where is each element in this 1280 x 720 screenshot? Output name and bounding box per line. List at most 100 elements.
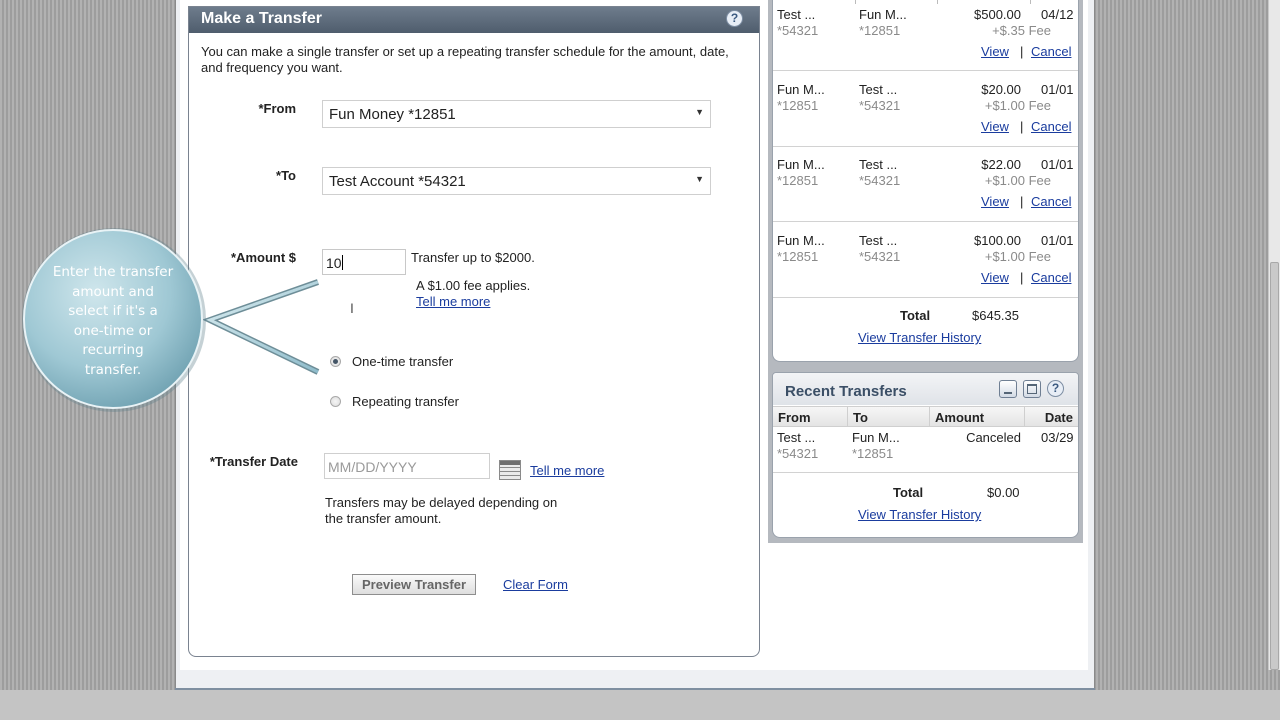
recent-total-value: $0.00 — [987, 485, 1020, 500]
column-divider — [855, 0, 856, 4]
link-separator: | — [1020, 44, 1024, 59]
date-delay-note: Transfers may be delayed depending on th… — [325, 495, 558, 526]
minimize-icon[interactable] — [999, 380, 1017, 398]
from-account-select[interactable]: Fun Money *12851 ▼ — [322, 100, 711, 128]
recent-col-to[interactable]: To — [848, 406, 930, 427]
callout-line: transfer. — [84, 361, 142, 378]
scheduled-view-link[interactable]: View — [981, 119, 1009, 134]
scheduled-date: 01/01 — [1041, 233, 1074, 248]
row-separator — [773, 297, 1078, 298]
scheduled-from-acct: *12851 — [777, 173, 819, 188]
scheduled-fee: +$1.00 Fee — [984, 173, 1051, 188]
scheduled-total-value: $645.35 — [972, 308, 1019, 323]
scheduled-from: Fun M... — [777, 157, 825, 172]
fee-notice-text: A $1.00 fee applies. — [416, 278, 531, 293]
transfer-date-label: *Transfer Date — [209, 454, 298, 469]
row-separator — [773, 146, 1078, 147]
date-tell-me-more-link[interactable]: Tell me more — [530, 463, 604, 478]
recent-date: 03/29 — [1041, 430, 1074, 445]
maximize-icon[interactable] — [1023, 380, 1041, 398]
calendar-icon[interactable] — [499, 460, 521, 480]
callout-text: Enter the transfer amount and select if … — [40, 263, 186, 380]
from-label: *From — [258, 101, 296, 116]
recent-col-amount[interactable]: Amount — [930, 406, 1025, 427]
help-icon[interactable]: ? — [1047, 380, 1064, 397]
clear-form-link[interactable]: Clear Form — [503, 577, 568, 592]
recent-from: Test ... — [777, 430, 816, 445]
scheduled-date: 04/12 — [1041, 7, 1074, 22]
scheduled-date: 01/01 — [1041, 82, 1074, 97]
scheduled-from: Fun M... — [777, 82, 825, 97]
fee-tell-me-more-link[interactable]: Tell me more — [416, 294, 490, 309]
scheduled-from-acct: *12851 — [777, 249, 819, 264]
scheduled-fee: +$1.00 Fee — [984, 249, 1051, 264]
scheduled-from: Fun M... — [777, 233, 825, 248]
scheduled-amount: $500.00 — [974, 7, 1021, 22]
repeating-radio[interactable] — [330, 396, 341, 407]
link-separator: | — [1020, 270, 1024, 285]
scheduled-to-acct: *54321 — [859, 173, 901, 188]
one-time-radio[interactable] — [330, 356, 341, 367]
scheduled-cancel-link[interactable]: Cancel — [1031, 194, 1071, 209]
help-icon[interactable]: ? — [726, 10, 743, 27]
scheduled-cancel-link[interactable]: Cancel — [1031, 119, 1071, 134]
row-separator — [773, 70, 1078, 71]
to-account-select[interactable]: Test Account *54321 ▼ — [322, 167, 711, 195]
recent-col-date[interactable]: Date — [1025, 406, 1078, 427]
scheduled-amount: $20.00 — [981, 82, 1021, 97]
callout-line: amount and — [72, 283, 154, 300]
scheduled-date: 01/01 — [1041, 157, 1074, 172]
ibeam-cursor-icon: I — [350, 300, 354, 316]
column-divider — [937, 0, 938, 4]
scheduled-amount: $100.00 — [974, 233, 1021, 248]
to-label: *To — [276, 168, 296, 183]
scheduled-to: Test ... — [859, 233, 898, 248]
preview-transfer-button[interactable]: Preview Transfer — [352, 574, 476, 595]
scheduled-cancel-link[interactable]: Cancel — [1031, 270, 1071, 285]
scheduled-from: Test ... — [777, 7, 816, 22]
column-divider — [1030, 0, 1031, 4]
to-account-value: Test Account *54321 — [329, 173, 466, 190]
make-transfer-title: Make a Transfer — [201, 10, 322, 27]
scheduled-to: Test ... — [859, 157, 898, 172]
callout-line: one-time or — [73, 322, 153, 339]
window-bottom-band — [0, 690, 1280, 720]
scrollbar-thumb[interactable] — [1270, 262, 1279, 670]
callout-line: select if it's a — [68, 303, 158, 319]
link-separator: | — [1020, 194, 1024, 209]
row-separator — [773, 472, 1078, 473]
scheduled-amount: $22.00 — [981, 157, 1021, 172]
scheduled-to-acct: *54321 — [859, 249, 901, 264]
scheduled-to-acct: *54321 — [859, 98, 901, 113]
scheduled-view-link[interactable]: View — [981, 194, 1009, 209]
recent-history-link[interactable]: View Transfer History — [858, 507, 981, 522]
link-separator: | — [1020, 119, 1024, 134]
scheduled-view-link[interactable]: View — [981, 44, 1009, 59]
from-account-value: Fun Money *12851 — [329, 106, 456, 123]
scheduled-to-acct: *12851 — [859, 23, 901, 38]
callout-line: Enter the transfer — [52, 264, 174, 280]
chevron-down-icon: ▼ — [695, 174, 704, 184]
recent-col-from[interactable]: From — [773, 406, 848, 427]
text-caret — [341, 255, 343, 270]
recent-transfers-title: Recent Transfers — [785, 383, 907, 400]
recent-to: Fun M... — [852, 430, 900, 445]
recent-amount: Canceled — [966, 430, 1021, 445]
recent-from-acct: *54321 — [777, 446, 819, 461]
transfer-date-input[interactable]: MM/DD/YYYY — [324, 453, 490, 479]
repeating-label[interactable]: Repeating transfer — [352, 394, 459, 409]
transfer-limit-text: Transfer up to $2000. — [411, 250, 535, 265]
scheduled-cancel-link[interactable]: Cancel — [1031, 44, 1071, 59]
scheduled-fee: +$1.00 Fee — [984, 98, 1051, 113]
scheduled-history-link[interactable]: View Transfer History — [858, 330, 981, 345]
scheduled-to: Fun M... — [859, 7, 907, 22]
row-separator — [773, 221, 1078, 222]
scheduled-to: Test ... — [859, 82, 898, 97]
transfer-intro-text: You can make a single transfer or set up… — [201, 44, 729, 75]
scheduled-from-acct: *12851 — [777, 98, 819, 113]
scheduled-view-link[interactable]: View — [981, 270, 1009, 285]
one-time-label[interactable]: One-time transfer — [352, 354, 453, 369]
scheduled-from-acct: *54321 — [777, 23, 819, 38]
amount-input[interactable]: 10 — [322, 249, 406, 275]
scheduled-total-label: Total — [900, 308, 931, 323]
